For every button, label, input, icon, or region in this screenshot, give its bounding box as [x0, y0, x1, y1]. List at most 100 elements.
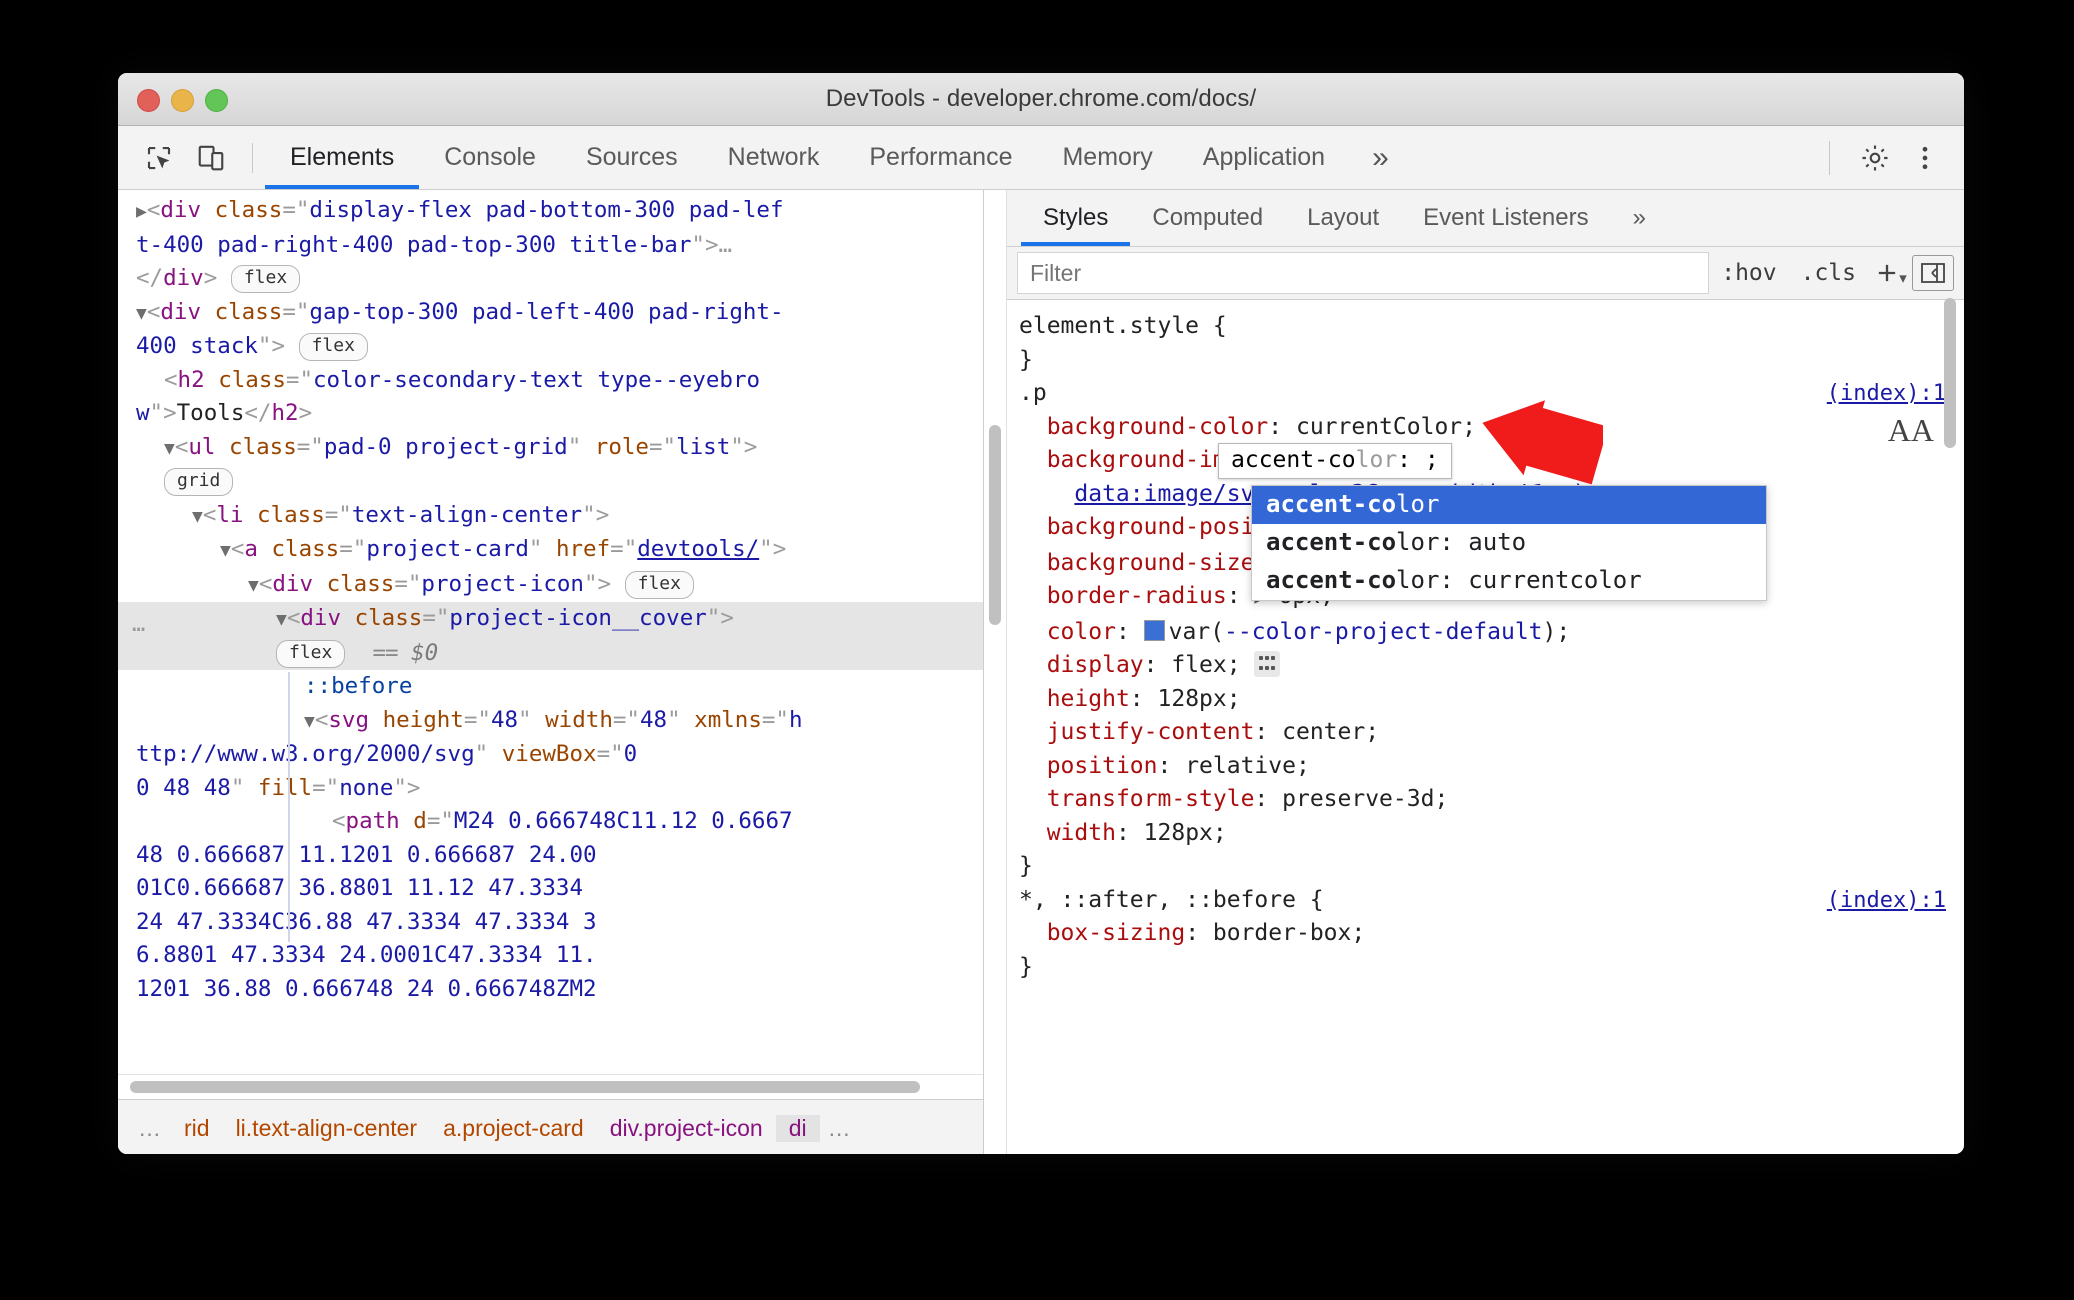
tab-event-listeners[interactable]: Event Listeners [1401, 190, 1610, 246]
toggle-sidebar-button[interactable] [1912, 255, 1954, 291]
dom-node-line[interactable]: ▼<a class="project-card" href="devtools/… [118, 533, 983, 568]
breadcrumb-item[interactable]: div.project-icon [597, 1115, 776, 1142]
toolbar-icon-group [118, 135, 265, 181]
css-selector[interactable]: *, ::after, ::before {(index):1 [1019, 884, 1964, 918]
minimize-window-icon[interactable] [171, 89, 194, 112]
breadcrumb-item[interactable]: rid [171, 1115, 223, 1142]
styles-more-tabs-chevron-icon[interactable]: » [1611, 190, 1668, 246]
dom-node-line[interactable]: flex == $0 [118, 636, 983, 670]
dom-node-line[interactable]: 0 48 48" fill="none"> [118, 772, 983, 806]
breadcrumb-item[interactable]: li.text-align-center [223, 1115, 431, 1142]
dom-node-line[interactable]: </div> flex [118, 262, 983, 296]
css-declaration[interactable]: color: var(--color-project-default); [1019, 616, 1964, 650]
tab-layout[interactable]: Layout [1285, 190, 1401, 246]
breadcrumb-item[interactable]: di [775, 1114, 820, 1142]
traffic-light-buttons[interactable] [137, 89, 228, 112]
tab-performance[interactable]: Performance [844, 126, 1037, 189]
tab-console[interactable]: Console [419, 126, 561, 189]
dom-node-line[interactable]: ▶<div class="display-flex pad-bottom-300… [118, 194, 983, 229]
window-title-bar: DevTools - developer.chrome.com/docs/ [118, 73, 1964, 126]
element-classes-cls-button[interactable]: .cls [1789, 260, 1868, 286]
dom-node-line[interactable]: ▼<div class="project-icon"> flex [118, 568, 983, 603]
more-options-icon[interactable] [1902, 135, 1948, 181]
main-panes: ▶<div class="display-flex pad-bottom-300… [118, 190, 1964, 1154]
css-selector[interactable]: element.style { [1019, 310, 1964, 344]
breadcrumb[interactable]: … rid li.text-align-center a.project-card di… [118, 1099, 983, 1154]
new-style-rule-button[interactable]: ▾ [1868, 253, 1912, 293]
dom-horizontal-scrollbar[interactable] [118, 1074, 983, 1099]
dom-node-line[interactable]: ▼<li class="text-align-center"> [118, 499, 983, 534]
force-state-hov-button[interactable]: :hov [1709, 260, 1788, 286]
css-declaration[interactable]: display: flex; [1019, 649, 1964, 683]
tab-computed[interactable]: Computed [1130, 190, 1285, 246]
typed-prefix: accent-co [1231, 447, 1356, 473]
breadcrumb-item[interactable]: … [130, 1115, 171, 1142]
dom-vertical-scrollbar[interactable] [984, 190, 1007, 1154]
dom-node-line[interactable]: ttp://www.w3.org/2000/svg" viewBox="0 [118, 738, 983, 772]
autocomplete-option[interactable]: accent-color [1252, 486, 1766, 524]
tab-sources[interactable]: Sources [561, 126, 703, 189]
filter-input[interactable] [1017, 252, 1710, 294]
red-annotation-arrow-icon [1482, 400, 1603, 485]
settings-gear-icon[interactable] [1852, 135, 1898, 181]
dom-node-line[interactable]: 24 47.3334C36.88 47.3334 47.3334 3 [118, 906, 983, 940]
autocomplete-option[interactable]: accent-color: currentcolor [1252, 562, 1766, 600]
css-declaration[interactable]: height: 128px; [1019, 683, 1964, 717]
autocomplete-option[interactable]: accent-color: auto [1252, 524, 1766, 562]
css-rule-close[interactable]: } [1019, 850, 1964, 884]
css-declaration[interactable]: transform-style: preserve-3d; [1019, 783, 1964, 817]
css-declaration[interactable]: box-sizing: border-box; [1019, 917, 1964, 951]
toolbar-right-group [1829, 126, 1948, 189]
styles-vertical-scroll-thumb[interactable] [1944, 298, 1956, 448]
ghost-completion: lor [1355, 447, 1398, 473]
breadcrumb-item[interactable]: a.project-card [430, 1115, 597, 1142]
dom-node-line[interactable]: ▼<div class="project-icon__cover"> [118, 602, 983, 637]
css-declaration[interactable]: width: 128px; [1019, 817, 1964, 851]
dom-node-line[interactable]: w">Tools</h2> [118, 397, 983, 431]
close-window-icon[interactable] [137, 89, 160, 112]
css-declaration[interactable]: justify-content: center; [1019, 716, 1964, 750]
styles-filter-row: :hov .cls ▾ [1007, 247, 1964, 300]
dom-overflow-ellipsis: … [132, 612, 148, 637]
css-rule-close[interactable]: } [1019, 951, 1964, 985]
dom-node-line[interactable]: ▼<svg height="48" width="48" xmlns="h [118, 704, 983, 739]
dom-node-line[interactable]: ::before [118, 670, 983, 704]
tab-elements[interactable]: Elements [265, 126, 420, 189]
elements-panel: ▶<div class="display-flex pad-bottom-300… [118, 190, 984, 1154]
autocomplete-dropdown[interactable]: accent-color accent-color: auto accent-col… [1251, 485, 1767, 601]
dom-node-line[interactable]: 48 0.666687 11.1201 0.666687 24.00 [118, 839, 983, 873]
dom-tree[interactable]: ▶<div class="display-flex pad-bottom-300… [118, 190, 983, 1074]
dom-node-line[interactable]: grid [118, 465, 983, 499]
css-source-link[interactable]: (index):1 [1827, 884, 1946, 918]
tab-network[interactable]: Network [703, 126, 845, 189]
css-declaration[interactable]: position: relative; [1019, 750, 1964, 784]
maximize-window-icon[interactable] [205, 89, 228, 112]
dom-vertical-scroll-thumb[interactable] [989, 425, 1001, 625]
more-panels-chevron-icon[interactable]: » [1350, 126, 1411, 189]
dom-node-line[interactable]: 6.8801 47.3334 24.0001C47.3334 11. [118, 939, 983, 973]
css-rule-close[interactable]: } [1019, 344, 1964, 378]
css-property-edit-field[interactable]: accent-color: ; [1218, 443, 1452, 479]
dom-node-line[interactable]: 1201 36.88 0.666748 24 0.666748ZM2 [118, 973, 983, 1007]
edit-suffix: : ; [1397, 447, 1439, 473]
breadcrumb-item[interactable]: … [820, 1115, 861, 1142]
font-editor-icon[interactable]: AA [1888, 412, 1934, 449]
toolbar-right-divider [1829, 140, 1830, 175]
css-source-link[interactable]: (index):1 [1827, 377, 1946, 411]
tab-styles[interactable]: Styles [1021, 190, 1131, 246]
inspect-element-icon[interactable] [136, 135, 182, 181]
dom-node-line[interactable]: 400 stack"> flex [118, 330, 983, 364]
dom-node-line[interactable]: ▼<div class="gap-top-300 pad-left-400 pa… [118, 296, 983, 331]
panel-tab-strip: Elements Console Sources Network Perform… [265, 126, 1411, 189]
dom-node-line[interactable]: t-400 pad-right-400 pad-top-300 title-ba… [118, 229, 983, 263]
dom-horizontal-scroll-thumb[interactable] [130, 1081, 920, 1093]
dom-node-line[interactable]: <path d="M24 0.666748C11.12 0.6667 [118, 805, 983, 839]
dom-node-line[interactable]: 01C0.666687 36.8801 11.12 47.3334 [118, 872, 983, 906]
tab-application[interactable]: Application [1178, 126, 1350, 189]
dom-node-line[interactable]: ▼<ul class="pad-0 project-grid" role="li… [118, 431, 983, 466]
dom-node-line[interactable]: <h2 class="color-secondary-text type--ey… [118, 364, 983, 398]
toolbar-divider [252, 142, 253, 173]
tab-memory[interactable]: Memory [1037, 126, 1177, 189]
devtools-window: DevTools - developer.chrome.com/docs/ El… [118, 73, 1964, 1154]
device-toolbar-icon[interactable] [188, 135, 234, 181]
